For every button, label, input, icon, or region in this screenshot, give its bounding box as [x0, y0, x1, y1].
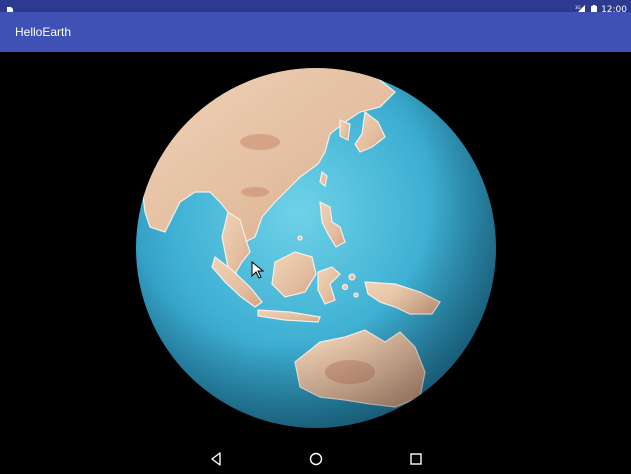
status-bar: 3G 12:00: [0, 0, 631, 16]
back-icon[interactable]: [208, 451, 224, 467]
app-title: HelloEarth: [15, 25, 72, 39]
navigation-bar: [0, 444, 631, 474]
earth-globe[interactable]: [0, 52, 631, 444]
globe-shading: [136, 68, 496, 428]
recents-icon[interactable]: [408, 451, 424, 467]
globe-view[interactable]: [0, 52, 631, 444]
network-label: 3G: [575, 5, 581, 10]
home-icon[interactable]: [308, 451, 324, 467]
app-bar: HelloEarth: [0, 12, 631, 52]
app-screen: 3G 12:00 HelloEarth: [0, 0, 631, 474]
